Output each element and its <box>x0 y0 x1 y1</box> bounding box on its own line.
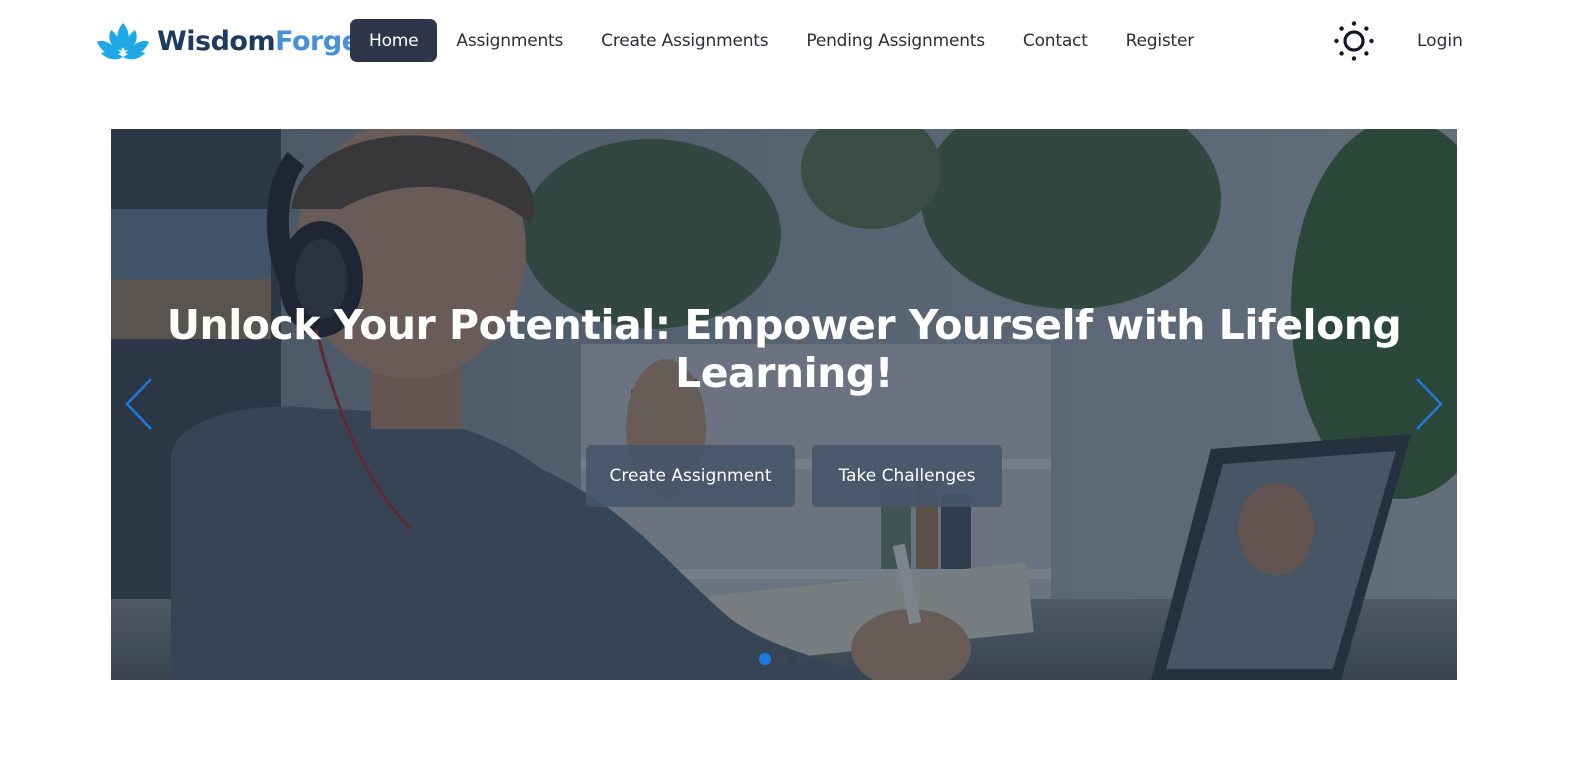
carousel-dot-1[interactable] <box>759 653 771 665</box>
hero-actions: Create Assignment Take Challenges <box>586 445 1002 507</box>
carousel-dot-2[interactable] <box>777 653 789 665</box>
theme-toggle-button[interactable] <box>1333 20 1375 62</box>
navbar: WisdomForge Home Assignments Create Assi… <box>0 0 1582 82</box>
take-challenges-button[interactable]: Take Challenges <box>812 445 1002 507</box>
carousel-prev-button[interactable] <box>121 375 157 433</box>
nav-item-home[interactable]: Home <box>350 19 438 62</box>
brand-name: WisdomForge <box>157 25 360 57</box>
sun-icon <box>1334 21 1374 61</box>
main-nav: Home Assignments Create Assignments Pend… <box>350 19 1213 62</box>
carousel-next-button[interactable] <box>1411 375 1447 433</box>
nav-item-contact[interactable]: Contact <box>1004 19 1107 62</box>
carousel-dot-3[interactable] <box>795 653 807 665</box>
nav-item-assignments[interactable]: Assignments <box>437 19 582 62</box>
lotus-icon <box>97 23 149 60</box>
chevron-right-icon <box>1416 378 1443 430</box>
login-link[interactable]: Login <box>1406 19 1474 62</box>
hero-overlay <box>111 129 1457 680</box>
nav-item-create-assignments[interactable]: Create Assignments <box>582 19 787 62</box>
nav-item-register[interactable]: Register <box>1107 19 1213 62</box>
carousel-pagination <box>759 653 807 665</box>
chevron-left-icon <box>125 378 152 430</box>
create-assignment-button[interactable]: Create Assignment <box>586 445 795 507</box>
hero-carousel: Unlock Your Potential: Empower Yourself … <box>111 129 1457 680</box>
hero-title: Unlock Your Potential: Empower Yourself … <box>166 301 1402 397</box>
nav-item-pending-assignments[interactable]: Pending Assignments <box>787 19 1004 62</box>
brand-logo[interactable]: WisdomForge <box>95 20 360 62</box>
